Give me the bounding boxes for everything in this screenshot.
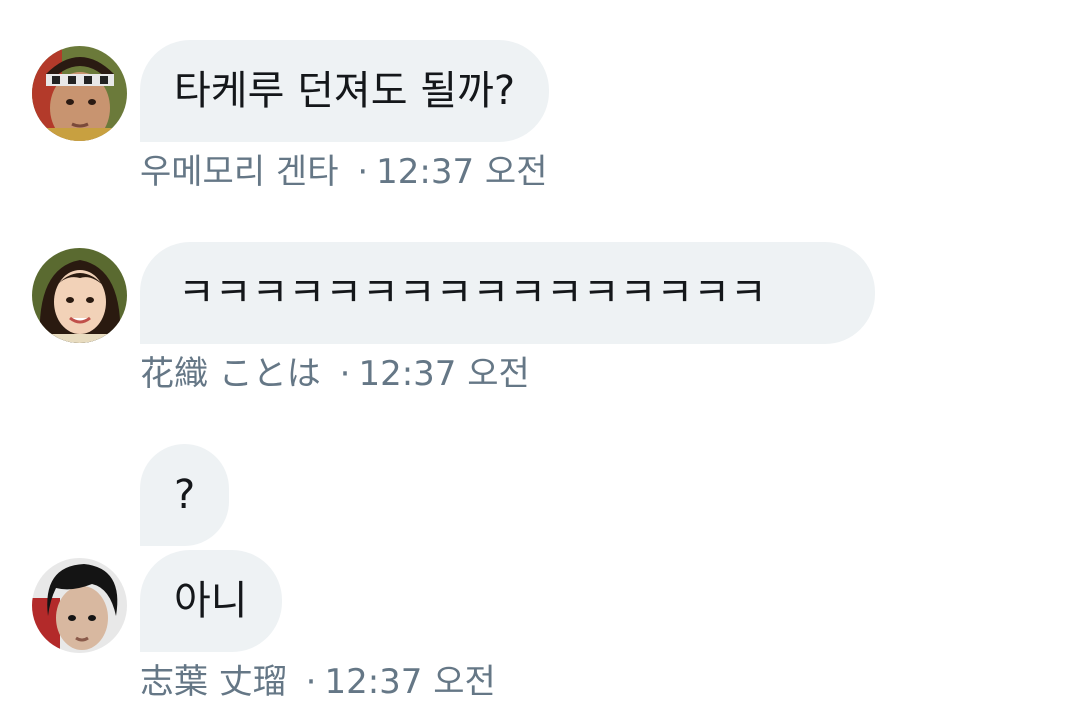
message-bubble[interactable]: 타케루 던져도 될까? bbox=[140, 40, 550, 142]
meta-separator: · bbox=[339, 354, 351, 394]
message-time: 12:37 오전 bbox=[324, 662, 496, 702]
message-bubble[interactable]: ? bbox=[140, 444, 230, 546]
message-text: ㅋㅋㅋㅋㅋㅋㅋㅋㅋㅋㅋㅋㅋㅋㅋㅋ bbox=[178, 270, 767, 316]
message-time: 12:37 오전 bbox=[376, 152, 548, 192]
sender-avatar[interactable] bbox=[32, 558, 127, 653]
message-time: 12:37 오전 bbox=[358, 354, 530, 394]
meta-separator: · bbox=[305, 662, 317, 702]
message-meta: 우메모리 겐타 · 12:37 오전 bbox=[140, 152, 547, 192]
message-text: ? bbox=[174, 472, 196, 518]
message-text: 타케루 던져도 될까? bbox=[174, 68, 516, 114]
sender-avatar[interactable] bbox=[32, 46, 127, 141]
sender-name[interactable]: 志葉 丈瑠 bbox=[140, 662, 287, 702]
message-meta: 花織 ことは · 12:37 오전 bbox=[140, 354, 530, 394]
message-meta: 志葉 丈瑠 · 12:37 오전 bbox=[140, 662, 496, 702]
meta-separator: · bbox=[357, 152, 369, 192]
dm-thread: 타케루 던져도 될까? 우메모리 겐타 · 12:37 오전 ㅋㅋㅋㅋㅋㅋㅋㅋㅋㅋ… bbox=[0, 0, 1080, 704]
sender-name[interactable]: 花織 ことは bbox=[140, 354, 321, 394]
message-bubble[interactable]: 아니 bbox=[140, 550, 282, 652]
sender-avatar[interactable] bbox=[32, 248, 127, 343]
sender-name[interactable]: 우메모리 겐타 bbox=[140, 152, 339, 192]
message-text: 아니 bbox=[174, 578, 248, 624]
message-bubble[interactable]: ㅋㅋㅋㅋㅋㅋㅋㅋㅋㅋㅋㅋㅋㅋㅋㅋ bbox=[140, 242, 875, 344]
